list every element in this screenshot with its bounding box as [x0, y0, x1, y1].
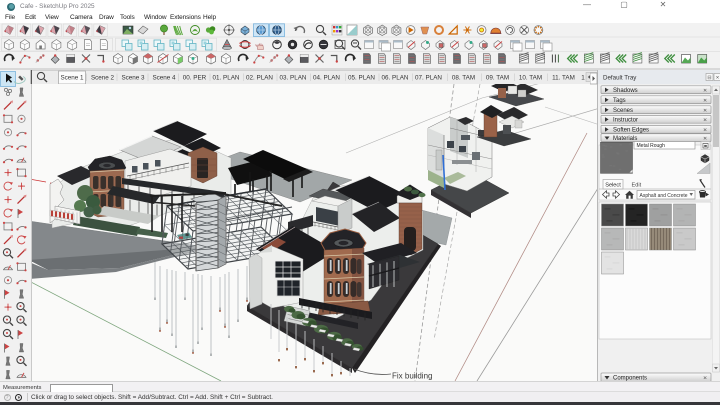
- svg-text:01. PLAN: 01. PLAN: [213, 75, 240, 82]
- svg-text:Default Tray: Default Tray: [603, 75, 637, 82]
- svg-text:02. PLAN: 02. PLAN: [246, 75, 273, 82]
- svg-text:04. PLAN: 04. PLAN: [313, 75, 340, 82]
- svg-text:Scene 4: Scene 4: [152, 75, 176, 82]
- svg-text:✕: ✕: [703, 88, 707, 94]
- svg-text:✕: ✕: [703, 98, 707, 104]
- svg-text:Asphalt and Concrete: Asphalt and Concrete: [640, 193, 688, 199]
- svg-text:08. TAM: 08. TAM: [452, 75, 475, 82]
- svg-text:⊟: ⊟: [707, 75, 711, 81]
- svg-text:06. PLAN: 06. PLAN: [382, 75, 409, 82]
- svg-text:Materials: Materials: [613, 136, 637, 142]
- svg-text:09. TAM: 09. TAM: [486, 75, 509, 82]
- svg-text:Edit: Edit: [632, 183, 642, 189]
- svg-text:Select: Select: [605, 183, 621, 189]
- svg-text:Scene 3: Scene 3: [121, 75, 145, 82]
- svg-text:10. TAM: 10. TAM: [519, 75, 542, 82]
- svg-text:03. PLAN: 03. PLAN: [280, 75, 307, 82]
- svg-text:Scene 2: Scene 2: [91, 75, 115, 82]
- svg-text:07. PLAN: 07. PLAN: [415, 75, 442, 82]
- svg-text:✕: ✕: [703, 117, 707, 123]
- svg-text:✕: ✕: [703, 108, 707, 114]
- svg-text:Fix building: Fix building: [392, 372, 432, 381]
- svg-text:00. PER: 00. PER: [183, 75, 207, 82]
- svg-text:Shadows: Shadows: [613, 88, 638, 94]
- svg-text:Scene 1: Scene 1: [60, 75, 84, 82]
- svg-text:✕: ✕: [703, 127, 707, 133]
- svg-text:Metal Rough: Metal Rough: [637, 143, 666, 149]
- svg-text:11. TAM: 11. TAM: [552, 75, 575, 82]
- svg-text:1: 1: [581, 75, 585, 82]
- svg-text:Scenes: Scenes: [613, 108, 633, 114]
- svg-text:05. PLAN: 05. PLAN: [348, 75, 375, 82]
- svg-text:Instructor: Instructor: [613, 118, 638, 124]
- svg-text:✕: ✕: [703, 136, 707, 142]
- svg-text:Soften Edges: Soften Edges: [613, 128, 649, 134]
- svg-text:Tags: Tags: [613, 98, 626, 104]
- svg-text:✕: ✕: [716, 75, 720, 80]
